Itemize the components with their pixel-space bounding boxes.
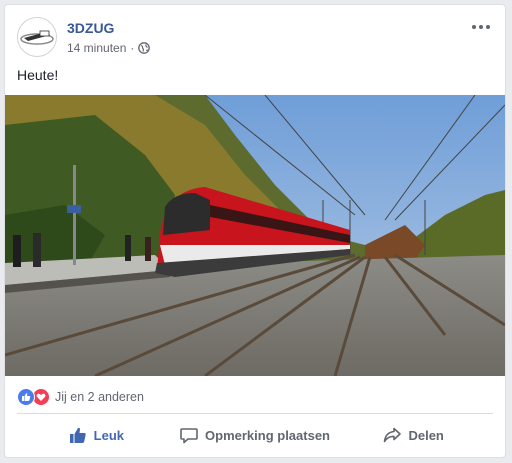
comment-label: Opmerking plaatsen xyxy=(205,427,330,443)
like-label: Leuk xyxy=(93,427,124,443)
thumbs-up-icon xyxy=(69,427,86,443)
post-photo[interactable] xyxy=(5,95,505,376)
comment-button[interactable]: Opmerking plaatsen xyxy=(176,418,335,452)
post-meta: 14 minuten · xyxy=(67,41,151,55)
3dzug-logo-icon xyxy=(20,30,54,45)
more-options-icon[interactable] xyxy=(469,19,493,35)
comment-icon xyxy=(180,428,198,444)
post-header: 3DZUG 14 minuten · xyxy=(17,17,493,59)
share-icon xyxy=(384,427,402,443)
like-icon xyxy=(17,388,35,406)
like-button[interactable]: Leuk xyxy=(17,418,176,452)
share-label: Delen xyxy=(408,427,444,443)
timestamp[interactable]: 14 minuten xyxy=(67,41,126,55)
divider xyxy=(17,413,493,414)
share-button[interactable]: Delen xyxy=(334,418,493,452)
avatar[interactable] xyxy=(17,17,57,57)
reaction-summary[interactable]: Jij en 2 anderen xyxy=(17,387,144,407)
reaction-count: Jij en 2 anderen xyxy=(55,390,144,404)
author-name[interactable]: 3DZUG xyxy=(67,20,114,36)
meta-separator: · xyxy=(130,41,135,55)
globe-icon[interactable] xyxy=(138,42,151,54)
post-text: Heute! xyxy=(17,67,59,83)
post-card: 3DZUG 14 minuten · Heute! Jij en 2 ander… xyxy=(4,4,506,458)
action-bar: Leuk Opmerking plaatsen Delen xyxy=(17,418,493,452)
